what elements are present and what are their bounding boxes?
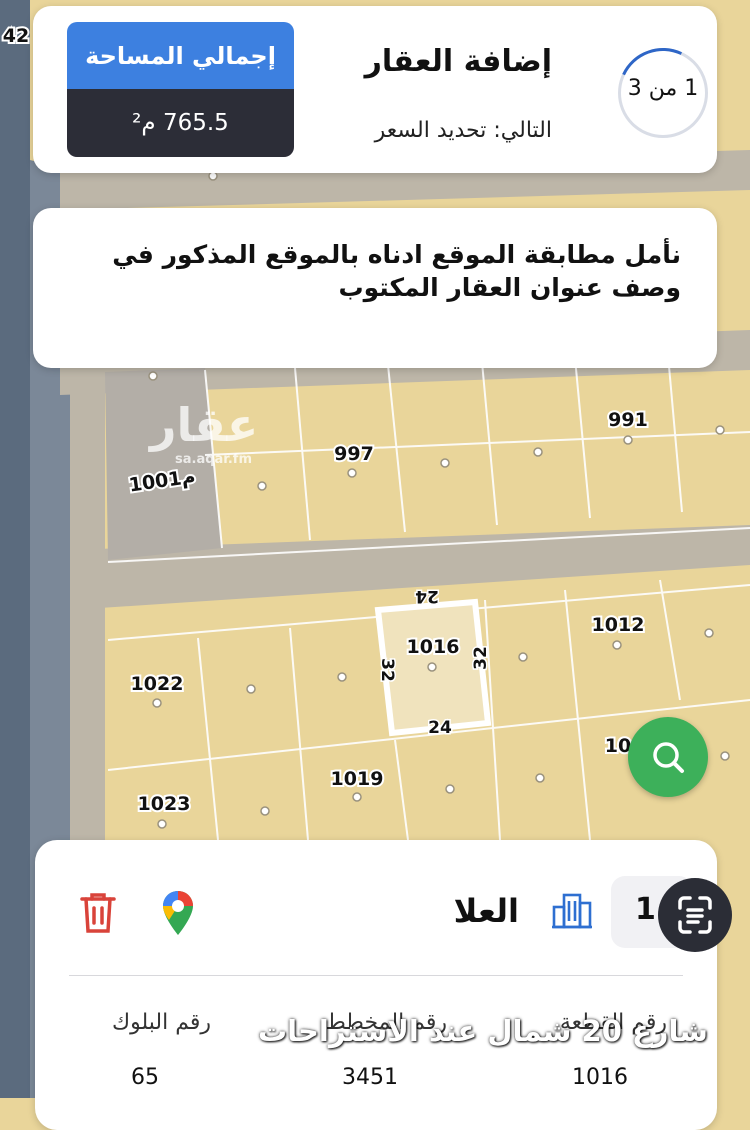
parcel-number: 1012 xyxy=(592,614,645,636)
watermark-logo: عقار xyxy=(150,398,259,452)
parcel-number: 1016 xyxy=(407,636,460,658)
property-count: 1 xyxy=(635,892,656,927)
property-details-card: 1 العلا رقم البلوك رقم المخطط رقم القطعة… xyxy=(35,840,732,1130)
dimension-left: 32 xyxy=(377,658,397,682)
corner-number: 42 xyxy=(3,25,29,47)
total-area-label: إجمالي المساحة xyxy=(67,22,294,89)
building-icon xyxy=(552,893,592,929)
parcel-number: 997 xyxy=(334,443,374,465)
divider xyxy=(69,975,683,976)
parcel-number: 1022 xyxy=(131,673,184,695)
instruction-text: نأمل مطابقة الموقع ادناه بالموقع المذكور… xyxy=(112,240,681,302)
scan-button[interactable] xyxy=(658,878,732,952)
block-number-value: 65 xyxy=(131,1065,159,1090)
parcel-number: 1023 xyxy=(138,793,191,815)
plot-number-value: 1016 xyxy=(572,1065,628,1090)
instruction-card: نأمل مطابقة الموقع ادناه بالموقع المذكور… xyxy=(33,208,717,368)
parcel-number: 991 xyxy=(608,409,648,431)
page-title: إضافة العقار xyxy=(364,44,552,79)
parcel-number: 1019 xyxy=(331,768,384,790)
dimension-bottom: 24 xyxy=(428,718,452,738)
total-area-value: 765.5 م² xyxy=(67,89,294,157)
dimension-right: 32 xyxy=(471,646,491,670)
video-caption: شارع 20 شمال عند الاستراحات xyxy=(258,1014,708,1048)
total-area-box: إجمالي المساحة 765.5 م² xyxy=(67,22,294,157)
header-card: 1 من 3 إضافة العقار التالي: تحديد السعر … xyxy=(33,6,717,173)
trash-icon[interactable] xyxy=(78,890,118,936)
next-step-label: التالي: تحديد السعر xyxy=(374,118,552,143)
dimension-top: 24 xyxy=(415,586,439,606)
search-icon xyxy=(653,742,684,773)
google-maps-icon[interactable] xyxy=(161,889,195,937)
map-search-button[interactable] xyxy=(628,717,708,797)
step-progress-text: 1 من 3 xyxy=(627,76,699,101)
plan-number-value: 3451 xyxy=(342,1065,398,1090)
watermark-url: sa.aqar.fm xyxy=(175,452,252,467)
scan-text-icon xyxy=(678,896,712,934)
city-name: العلا xyxy=(453,892,519,930)
block-number-label: رقم البلوك xyxy=(111,1010,211,1035)
